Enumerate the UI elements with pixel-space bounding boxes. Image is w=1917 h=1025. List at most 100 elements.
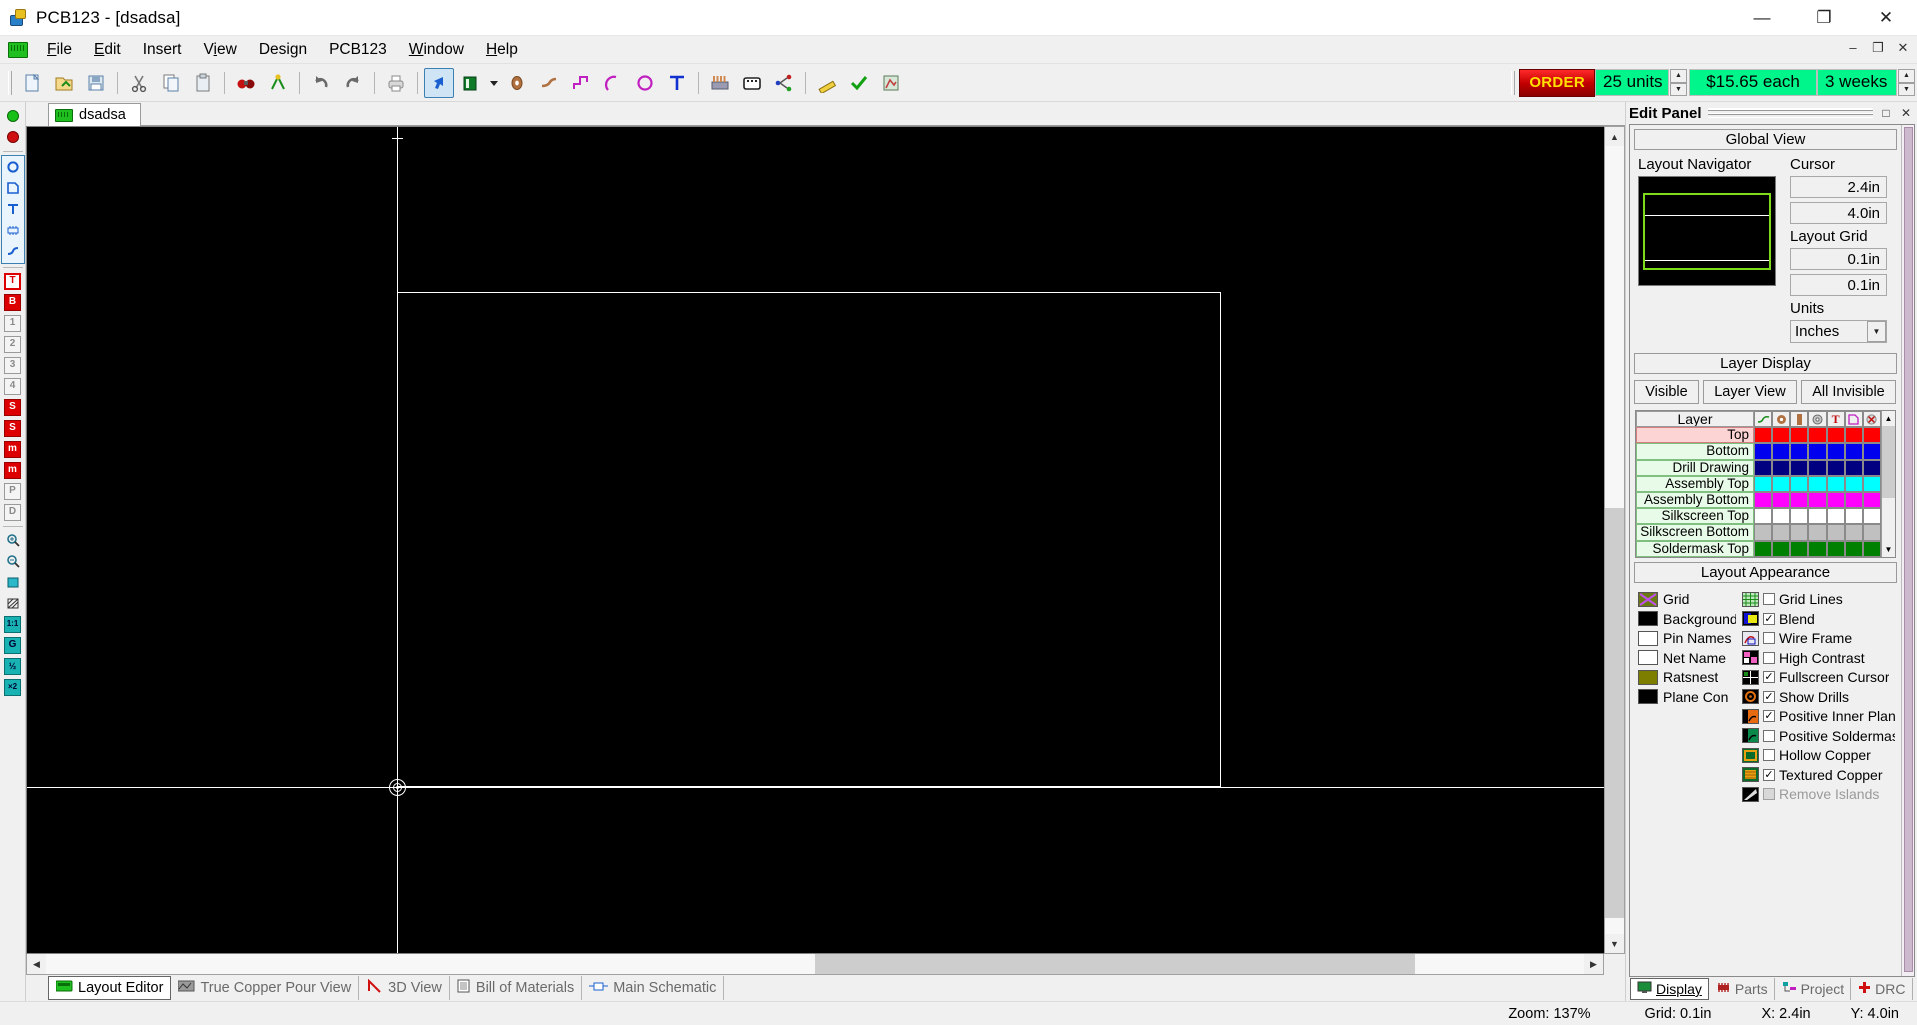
check-design-icon[interactable] bbox=[844, 68, 874, 98]
option-hollow-copper-row[interactable]: Hollow Copper bbox=[1742, 746, 1895, 766]
place-arc-icon[interactable] bbox=[598, 68, 628, 98]
layer-cell[interactable] bbox=[1863, 460, 1881, 476]
option-grid-lines-row[interactable]: Grid Lines bbox=[1742, 590, 1895, 610]
zoom-in-icon[interactable] bbox=[2, 530, 24, 550]
layer-cell[interactable] bbox=[1863, 427, 1881, 443]
place-circle-icon[interactable] bbox=[630, 68, 660, 98]
positive-soldermask-checkbox[interactable] bbox=[1763, 730, 1775, 742]
grid-y-field[interactable]: 0.1in bbox=[1790, 274, 1887, 296]
ratsnest-swatch-icon[interactable] bbox=[1638, 670, 1658, 685]
appearance-net-name-color-row[interactable]: Net Name bbox=[1638, 648, 1736, 668]
silkscreen-bottom-icon[interactable]: S bbox=[2, 418, 24, 438]
layer-cell[interactable] bbox=[1827, 524, 1845, 540]
layout-appearance-header[interactable]: Layout Appearance bbox=[1634, 562, 1897, 583]
net-name-swatch-icon[interactable] bbox=[1638, 650, 1658, 665]
textured-copper-checkbox[interactable]: ✓ bbox=[1763, 769, 1775, 781]
spinner-down-icon[interactable]: ▼ bbox=[1670, 83, 1687, 97]
option-textured-copper-row[interactable]: ✓ Textured Copper bbox=[1742, 765, 1895, 785]
layer-row-drill-drawing[interactable]: Drill Drawing bbox=[1636, 460, 1881, 476]
print-icon[interactable] bbox=[381, 68, 411, 98]
layer-cell[interactable] bbox=[1827, 427, 1845, 443]
open-folder-icon[interactable] bbox=[49, 68, 79, 98]
edit-panel-tab-display[interactable]: Display bbox=[1630, 978, 1709, 1000]
soldermask-bottom-icon[interactable]: m bbox=[2, 460, 24, 480]
canvas-horizontal-scrollbar[interactable]: ◀ ▶ bbox=[26, 954, 1604, 975]
layer-cell[interactable] bbox=[1863, 476, 1881, 492]
option-positive-inner-planes-row[interactable]: ✓ Positive Inner Planes bbox=[1742, 707, 1895, 727]
layer-cell[interactable] bbox=[1790, 524, 1808, 540]
layer-row-silkscreen-bottom[interactable]: Silkscreen Bottom bbox=[1636, 524, 1881, 540]
connector-icon[interactable] bbox=[705, 68, 735, 98]
layer-cell[interactable] bbox=[1808, 460, 1826, 476]
layer-cell[interactable] bbox=[1808, 524, 1826, 540]
option-high-contrast-row[interactable]: High Contrast bbox=[1742, 648, 1895, 668]
paste-layer-icon[interactable]: P bbox=[2, 481, 24, 501]
chevron-down-icon[interactable]: ▼ bbox=[1867, 321, 1886, 342]
layer-cell[interactable] bbox=[1845, 443, 1863, 459]
all-invisible-button[interactable]: All Invisible bbox=[1801, 380, 1896, 404]
global-view-header[interactable]: Global View bbox=[1634, 129, 1897, 150]
order-button[interactable]: ORDER bbox=[1519, 69, 1595, 97]
redo-arrow-icon[interactable] bbox=[338, 68, 368, 98]
place-pad-icon[interactable] bbox=[502, 68, 532, 98]
new-file-icon[interactable] bbox=[17, 68, 47, 98]
layer-cell[interactable] bbox=[1790, 508, 1808, 524]
canvas-vertical-scrollbar[interactable]: ▲ ▼ bbox=[1604, 126, 1625, 954]
navigator-viewport-rect[interactable] bbox=[1643, 193, 1771, 270]
red-dot-icon[interactable] bbox=[2, 127, 24, 147]
pad-icon[interactable] bbox=[1772, 411, 1790, 427]
text-icon[interactable]: T bbox=[1827, 411, 1845, 427]
via-icon[interactable] bbox=[1808, 411, 1826, 427]
menu-help[interactable]: Help bbox=[475, 38, 529, 62]
mdi-minimize-button[interactable]: – bbox=[1845, 40, 1861, 56]
layer-cell[interactable] bbox=[1790, 427, 1808, 443]
layer-cell[interactable] bbox=[1754, 524, 1772, 540]
mdi-restore-button[interactable]: ❐ bbox=[1870, 40, 1886, 56]
menu-insert[interactable]: Insert bbox=[132, 38, 193, 62]
edit-panel-tab-project[interactable]: Project bbox=[1776, 978, 1852, 1000]
menu-file[interactable]: File bbox=[36, 38, 83, 62]
layer-cell[interactable] bbox=[1754, 492, 1772, 508]
layer-cell[interactable] bbox=[1863, 541, 1881, 557]
layer-cell[interactable] bbox=[1772, 443, 1790, 459]
vertical-scroll-thumb[interactable] bbox=[1605, 508, 1624, 918]
scroll-down-arrow-icon[interactable]: ▼ bbox=[1605, 934, 1624, 953]
layer-cell[interactable] bbox=[1827, 541, 1845, 557]
layer-row-bottom[interactable]: Bottom bbox=[1636, 443, 1881, 459]
document-tab-dsadsa[interactable]: dsadsa bbox=[48, 103, 141, 126]
plane-connect-swatch-icon[interactable] bbox=[1638, 689, 1658, 704]
layer-display-grid[interactable]: Layer T bbox=[1635, 410, 1896, 558]
view-tab-3d-view[interactable]: 3D View bbox=[359, 976, 450, 1000]
view-tab-true-copper-pour[interactable]: True Copper Pour View bbox=[171, 976, 359, 1000]
layer-cell[interactable] bbox=[1827, 508, 1845, 524]
view-tab-layout-editor[interactable]: Layout Editor bbox=[48, 976, 171, 1000]
measure-ruler-icon[interactable] bbox=[812, 68, 842, 98]
board-outline-icon[interactable] bbox=[737, 68, 767, 98]
layer-cell[interactable] bbox=[1754, 427, 1772, 443]
scroll-right-arrow-icon[interactable]: ▶ bbox=[1584, 954, 1603, 974]
layer-scroll-down-icon[interactable]: ▼ bbox=[1882, 542, 1895, 557]
layer-cell[interactable] bbox=[1863, 492, 1881, 508]
layer-cell[interactable] bbox=[1845, 541, 1863, 557]
menu-window[interactable]: Window bbox=[398, 38, 475, 62]
layer-cell[interactable] bbox=[1754, 541, 1772, 557]
layer-cell[interactable] bbox=[1754, 443, 1772, 459]
layer-top-icon[interactable]: T bbox=[2, 271, 24, 291]
silkscreen-top-icon[interactable]: S bbox=[2, 397, 24, 417]
layer-cell[interactable] bbox=[1808, 427, 1826, 443]
outline-icon[interactable] bbox=[1845, 411, 1863, 427]
layer-cell[interactable] bbox=[1772, 541, 1790, 557]
layer-row-silkscreen-top[interactable]: Silkscreen Top bbox=[1636, 508, 1881, 524]
green-dot-icon[interactable] bbox=[2, 106, 24, 126]
autoroute-icon[interactable] bbox=[263, 68, 293, 98]
layer-cell[interactable] bbox=[1790, 541, 1808, 557]
view-tab-bill-of-materials[interactable]: Bill of Materials bbox=[450, 976, 582, 1000]
option-positive-soldermask-row[interactable]: Positive Soldermask bbox=[1742, 726, 1895, 746]
appearance-pin-names-color-row[interactable]: Pin Names bbox=[1638, 629, 1736, 649]
window-close-button[interactable]: ✕ bbox=[1855, 0, 1917, 36]
layer-bottom-icon[interactable]: B bbox=[2, 292, 24, 312]
zoom-window-icon[interactable] bbox=[2, 572, 24, 592]
show-drills-checkbox[interactable]: ✓ bbox=[1763, 691, 1775, 703]
layer-cell[interactable] bbox=[1863, 443, 1881, 459]
layer-cell[interactable] bbox=[1827, 460, 1845, 476]
